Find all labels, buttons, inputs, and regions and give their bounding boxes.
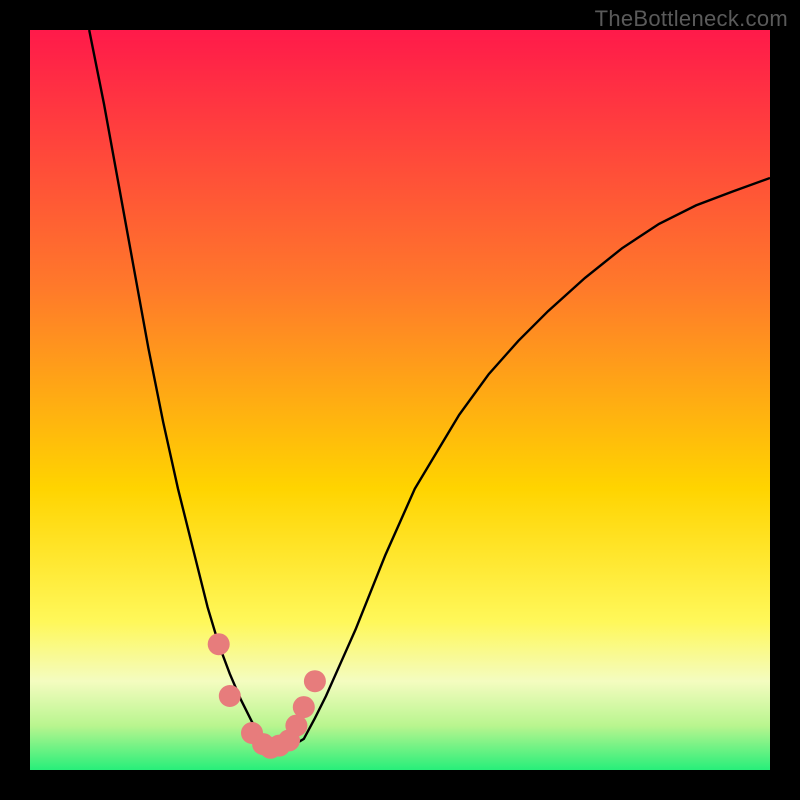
bottleneck-plot: [30, 30, 770, 770]
marker-point: [304, 670, 326, 692]
marker-point: [208, 633, 230, 655]
watermark-text: TheBottleneck.com: [595, 6, 788, 32]
plot-background: [30, 30, 770, 770]
marker-point: [219, 685, 241, 707]
chart-container: TheBottleneck.com: [0, 0, 800, 800]
marker-point: [293, 696, 315, 718]
